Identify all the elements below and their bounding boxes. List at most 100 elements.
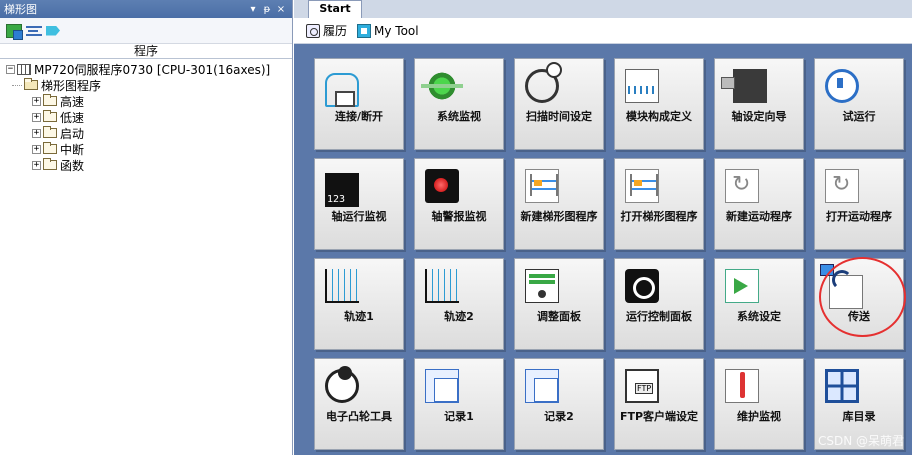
cam-tool-icon xyxy=(325,366,359,403)
control-panel-icon xyxy=(625,269,659,303)
tool-tile[interactable]: 记录1 xyxy=(414,358,504,450)
column-header: 程序 xyxy=(0,44,292,59)
expand-toggle[interactable]: + xyxy=(32,160,41,170)
tool-tile[interactable]: 轨迹1 xyxy=(314,258,404,350)
tree-item-label: 函数 xyxy=(60,158,85,173)
mytool-label: My Tool xyxy=(374,23,419,38)
tree-node-ladder[interactable]: 梯形图程序 xyxy=(0,77,292,93)
tree-item[interactable]: + 函数 xyxy=(0,157,292,173)
new-motion-icon xyxy=(725,169,759,203)
tool-tile[interactable]: 运行控制面板 xyxy=(614,258,704,350)
tool-tile-label: 扫描时间设定 xyxy=(526,110,592,123)
tool-tile[interactable]: 传送 xyxy=(814,258,904,350)
tool-tile-label: FTP客户端设定 xyxy=(619,410,699,423)
tool-tile[interactable]: 轴设定向导 xyxy=(714,58,804,150)
tool-tile[interactable]: 扫描时间设定 xyxy=(514,58,604,150)
panel-title-bar: 梯形图 ▾ ᵽ × xyxy=(0,0,292,18)
expand-toggle[interactable]: + xyxy=(32,112,41,122)
record-icon xyxy=(425,369,459,403)
tool-tile-label: 轴设定向导 xyxy=(731,110,787,123)
tool-tile[interactable]: 记录2 xyxy=(514,358,604,450)
tool-tile[interactable]: 打开运动程序 xyxy=(814,158,904,250)
tool-tile[interactable]: 轨迹2 xyxy=(414,258,504,350)
tool-tile-label: 打开梯形图程序 xyxy=(620,210,698,223)
start-toolbar: 履历 My Tool xyxy=(294,18,912,44)
tool-tile[interactable]: 调整面板 xyxy=(514,258,604,350)
scan-time-icon xyxy=(525,62,562,103)
panel-menu-button[interactable]: ▾ xyxy=(246,4,260,15)
folder-icon xyxy=(43,142,57,154)
tree-root[interactable]: − MP720伺服程序0730 [CPU-301(16axes)] xyxy=(0,61,292,77)
collapse-toggle[interactable]: − xyxy=(6,64,15,74)
program-tree: − MP720伺服程序0730 [CPU-301(16axes)] 梯形图程序 … xyxy=(0,59,292,173)
axis-setup-icon xyxy=(721,69,767,103)
connect-icon xyxy=(325,73,359,107)
tool-tile-label: 打开运动程序 xyxy=(826,210,892,223)
library-icon xyxy=(825,369,859,403)
maintenance-icon xyxy=(725,369,759,403)
tool-tile-label: 连接/断开 xyxy=(334,110,384,123)
tool-tile[interactable]: 轴警报监视 xyxy=(414,158,504,250)
system-settings-icon xyxy=(725,269,759,303)
tree-root-label: MP720伺服程序0730 [CPU-301(16axes)] xyxy=(34,62,271,77)
tool-tile-label: 记录2 xyxy=(544,410,574,423)
tool-tile[interactable]: 连接/断开 xyxy=(314,58,404,150)
tool-tile-label: 系统监视 xyxy=(437,110,481,123)
expand-toggle[interactable]: + xyxy=(32,128,41,138)
workspace: Start 履历 My Tool 连接/断开 系统监视 扫描时间设定 模块构成定义 轴设… xyxy=(294,0,912,455)
tree-item[interactable]: + 启动 xyxy=(0,125,292,141)
module-config-icon xyxy=(625,69,659,103)
new-program-icon[interactable] xyxy=(6,23,23,40)
trace-icon xyxy=(425,269,459,303)
tool-tile[interactable]: FTP客户端设定 xyxy=(614,358,704,450)
tool-tile[interactable]: 试运行 xyxy=(814,58,904,150)
folder-icon xyxy=(43,110,57,122)
tool-tile[interactable]: 模块构成定义 xyxy=(614,58,704,150)
tool-tile[interactable]: 新建运动程序 xyxy=(714,158,804,250)
trace-icon xyxy=(325,269,359,303)
tool-tile-label: 运行控制面板 xyxy=(626,310,692,323)
history-icon xyxy=(306,23,320,38)
new-ladder-icon xyxy=(525,169,559,203)
list-view-icon[interactable] xyxy=(26,25,42,36)
tree-item[interactable]: + 低速 xyxy=(0,109,292,125)
tool-tile[interactable]: 系统监视 xyxy=(414,58,504,150)
tree-item-label: 高速 xyxy=(60,94,85,109)
panel-pin-button[interactable]: ᵽ xyxy=(260,4,274,15)
tool-tile[interactable]: 新建梯形图程序 xyxy=(514,158,604,250)
axis-alarm-icon xyxy=(425,169,459,203)
tool-tile[interactable]: 轴运行监视 xyxy=(314,158,404,250)
tool-tile[interactable]: 系统设定 xyxy=(714,258,804,350)
panel-close-button[interactable]: × xyxy=(274,4,288,15)
history-label: 履历 xyxy=(323,24,348,38)
panel-title: 梯形图 xyxy=(4,3,37,16)
expand-toggle[interactable]: + xyxy=(32,144,41,154)
tool-tile[interactable]: 电子凸轮工具 xyxy=(314,358,404,450)
axis-monitor-icon xyxy=(325,173,359,207)
tree-item-label: 启动 xyxy=(60,126,85,141)
tool-tile-label: 调整面板 xyxy=(537,310,581,323)
folder-icon xyxy=(43,126,57,138)
tree-node-label: 梯形图程序 xyxy=(41,78,102,93)
tool-grid: 连接/断开 系统监视 扫描时间设定 模块构成定义 轴设定向导 试运行轴运行监视 轴警报监视 新… xyxy=(314,58,910,455)
history-button[interactable]: 履历 xyxy=(306,22,347,39)
tree-item-label: 中断 xyxy=(60,142,85,157)
record-icon xyxy=(525,369,559,403)
folder-open-icon xyxy=(24,78,38,90)
tree-item[interactable]: + 高速 xyxy=(0,93,292,109)
tree-item[interactable]: + 中断 xyxy=(0,141,292,157)
tool-tile-label: 传送 xyxy=(848,310,870,323)
tag-icon[interactable] xyxy=(46,25,60,36)
expand-toggle[interactable]: + xyxy=(32,96,41,106)
tree-line xyxy=(12,84,22,86)
system-monitor-icon xyxy=(421,69,463,103)
tool-tile-label: 轴运行监视 xyxy=(331,210,387,223)
tool-tile-label: 记录1 xyxy=(444,410,474,423)
tool-tile[interactable]: 维护监视 xyxy=(714,358,804,450)
tool-tile-label: 轨迹2 xyxy=(444,310,474,323)
tuning-panel-icon xyxy=(525,269,559,303)
tool-tile[interactable]: 打开梯形图程序 xyxy=(614,158,704,250)
folder-icon xyxy=(43,158,57,170)
tab-start[interactable]: Start xyxy=(308,0,362,18)
mytool-button[interactable]: My Tool xyxy=(357,23,419,38)
